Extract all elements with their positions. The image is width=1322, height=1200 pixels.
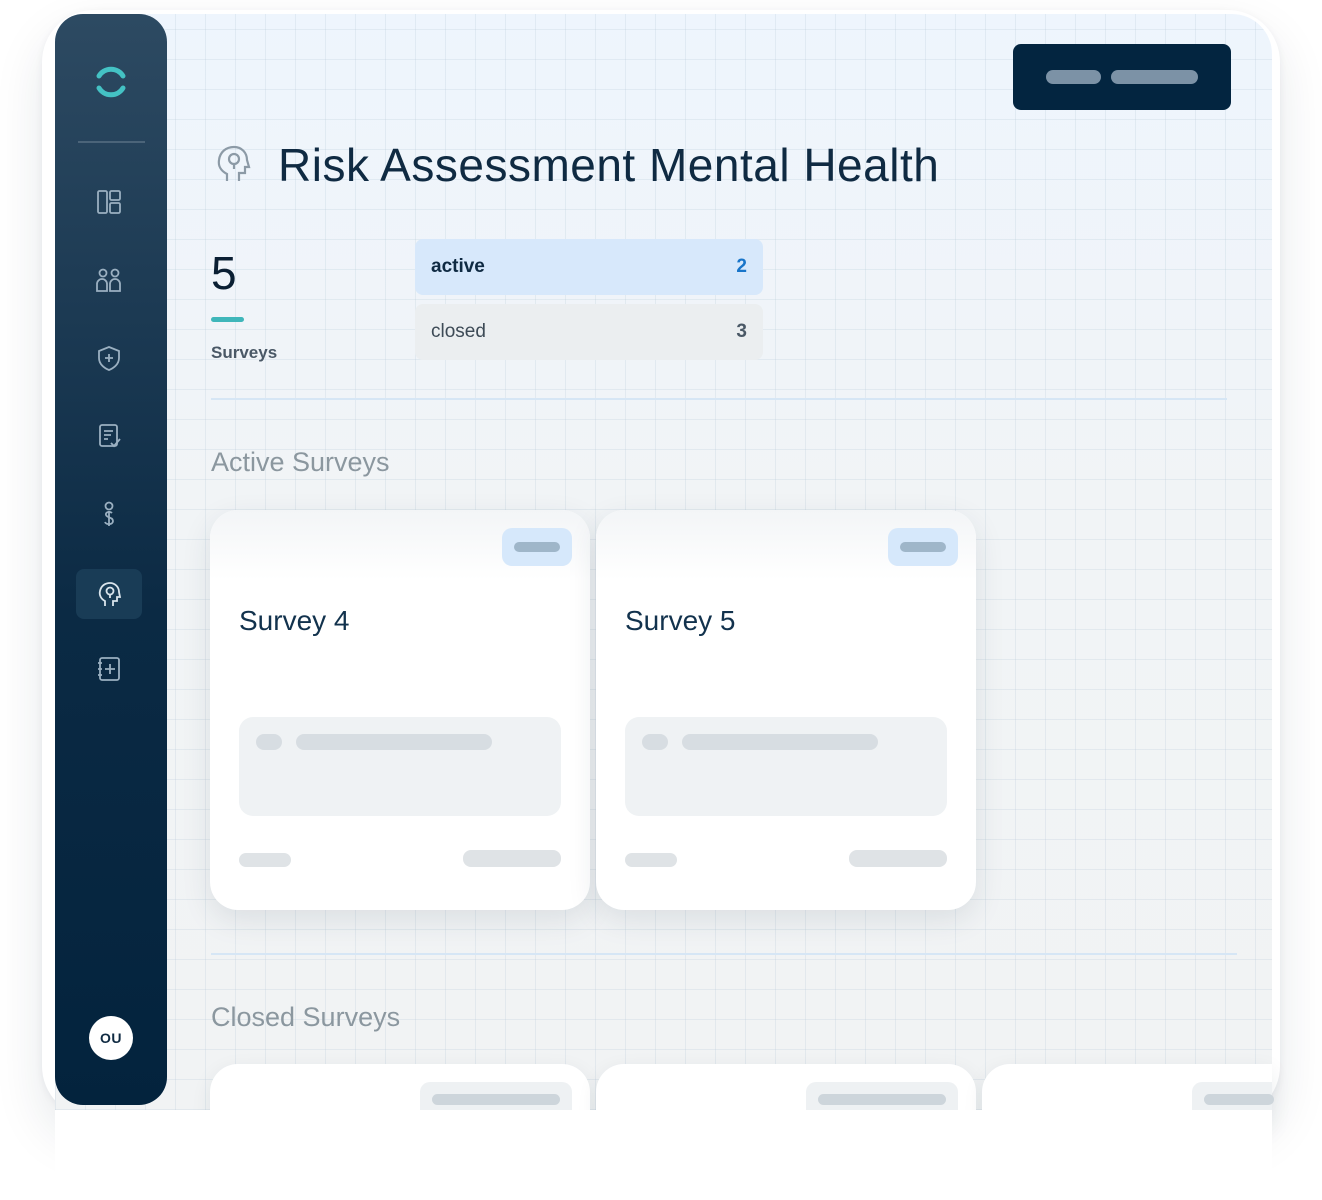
placeholder-dot <box>642 734 668 750</box>
page-title: Risk Assessment Mental Health <box>278 139 940 191</box>
accent-underline <box>211 317 244 322</box>
users-icon <box>96 268 121 292</box>
status-label: closed <box>431 321 486 342</box>
status-badge <box>420 1082 572 1112</box>
device-bezel-bottom <box>55 1110 1272 1200</box>
status-count: 3 <box>736 321 747 342</box>
sidebar-item-finance[interactable] <box>76 489 142 539</box>
head-icon <box>217 145 251 181</box>
survey-card-details <box>239 717 561 816</box>
badge-placeholder <box>900 542 946 552</box>
section-divider <box>211 398 1227 400</box>
placeholder-footer-right <box>849 850 947 867</box>
logo-ring-icon[interactable] <box>93 64 129 100</box>
survey-card-title: Survey 4 <box>239 605 350 636</box>
primary-action-button[interactable] <box>1013 44 1231 110</box>
sidebar-item-users[interactable] <box>76 255 142 305</box>
dashboard-icon <box>97 190 121 214</box>
section-divider <box>211 953 1237 955</box>
placeholder-line <box>682 734 878 750</box>
button-label-placeholder <box>1111 70 1198 84</box>
notebook-plus-icon <box>98 657 120 681</box>
status-label: active <box>431 256 485 277</box>
sidebar-item-security[interactable] <box>76 333 142 383</box>
survey-card[interactable]: Survey 4 <box>210 510 590 910</box>
sidebar-item-dashboard[interactable] <box>76 177 142 227</box>
section-title-closed: Closed Surveys <box>211 1002 401 1032</box>
head-icon <box>98 582 122 606</box>
survey-card[interactable]: Survey 5 <box>596 510 976 910</box>
sidebar-item-assessments[interactable] <box>76 410 142 460</box>
status-count: 2 <box>736 256 747 277</box>
sidebar: OU <box>55 14 167 1105</box>
placeholder-footer-left <box>625 853 677 867</box>
sidebar-item-mental-health[interactable] <box>76 569 142 619</box>
placeholder-line <box>296 734 492 750</box>
survey-card-title: Survey 5 <box>625 605 736 636</box>
status-badge <box>502 528 572 566</box>
placeholder-footer-right <box>463 850 561 867</box>
survey-total-label: Surveys <box>211 343 278 362</box>
status-badge <box>1192 1082 1274 1112</box>
placeholder-footer-left <box>239 853 291 867</box>
status-badge <box>888 528 958 566</box>
badge-placeholder <box>1204 1094 1274 1105</box>
avatar[interactable]: OU <box>89 1016 133 1060</box>
section-title-active: Active Surveys <box>211 447 390 477</box>
shield-plus-icon <box>98 346 120 371</box>
status-filter-active[interactable]: active 2 <box>415 239 763 295</box>
status-badge <box>806 1082 958 1112</box>
status-filter-closed[interactable]: closed 3 <box>415 304 763 360</box>
clipboard-check-icon <box>99 424 121 448</box>
sidebar-item-records[interactable] <box>76 644 142 694</box>
placeholder-dot <box>256 734 282 750</box>
sidebar-divider <box>78 141 145 143</box>
badge-placeholder <box>514 542 560 552</box>
money-person-icon <box>104 501 114 526</box>
button-label-placeholder <box>1046 70 1101 84</box>
badge-placeholder <box>432 1094 560 1105</box>
survey-card-details <box>625 717 947 816</box>
badge-placeholder <box>818 1094 946 1105</box>
survey-total-count: 5 <box>211 247 237 299</box>
